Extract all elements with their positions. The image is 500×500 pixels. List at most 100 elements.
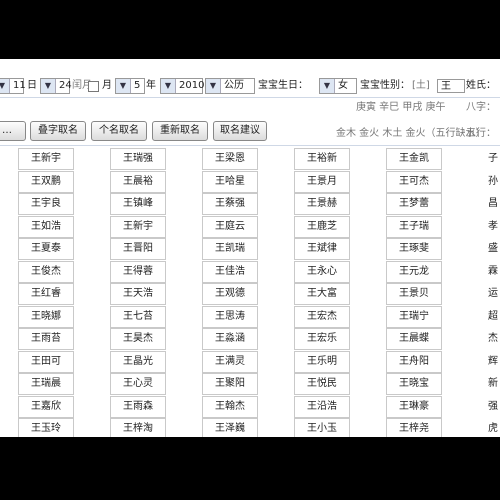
name-cell[interactable]: 王天浩 [110,283,166,305]
name-cell[interactable]: 王宏乐 [294,328,350,350]
name-cell[interactable]: 王景月 [294,170,350,193]
name-cell[interactable]: 王观德 [202,283,258,305]
name-cell[interactable]: 王思涛 [202,305,258,328]
name-cell[interactable]: 王子瑞 [386,215,442,238]
row-edge-label: 新 [488,378,498,389]
row-edge-label: 昌 [488,198,498,209]
double-char-button[interactable]: 叠字取名 [30,121,86,141]
name-cell[interactable]: 王琳豪 [386,395,442,418]
name-cell[interactable]: 王雨苔 [18,328,74,350]
name-cell[interactable]: 王心灵 [110,373,166,395]
name-cell[interactable]: 王悦民 [294,373,350,395]
name-cell[interactable]: 王沿浩 [294,395,350,418]
name-cell[interactable]: 王梓淘 [110,418,166,437]
name-cell[interactable]: 王金凯 [386,148,442,170]
day-unit: 日 [27,80,37,91]
name-cell[interactable]: 王梦蕾 [386,193,442,215]
row-edge-label: 孙 [488,175,498,187]
chevron-down-icon: ▼ [116,79,131,93]
name-cell[interactable]: 王宏杰 [294,305,350,328]
divider [0,97,500,98]
surname-label: 姓氏： [466,80,496,91]
row-edge-label: 子 [488,153,498,164]
row-edge-label: 孝 [488,220,498,232]
leap-month-checkbox[interactable] [88,81,99,92]
name-cell[interactable]: 王镇峰 [110,193,166,215]
name-cell[interactable]: 王晨蝶 [386,328,442,350]
name-cell[interactable]: 王梁恩 [202,148,258,170]
name-cell[interactable]: 王乐明 [294,350,350,373]
name-cell[interactable]: 王七苔 [110,305,166,328]
name-cell[interactable]: 王裕新 [294,148,350,170]
name-cell[interactable]: 王琢斐 [386,238,442,260]
name-cell[interactable]: 王哈星 [202,170,258,193]
name-cell[interactable]: 王雨森 [110,395,166,418]
name-cell[interactable]: 王红睿 [18,283,74,305]
name-cell[interactable]: 王大富 [294,283,350,305]
name-cell[interactable]: 王晓宝 [386,373,442,395]
name-cell[interactable]: 王晓娜 [18,305,74,328]
name-cell[interactable]: 王庭云 [202,215,258,238]
naming-form-window: 姓氏： 王 [土] 宝宝性别： ▼ 女 宝宝生日： ▼ 公历 ▼ 2010 年 … [0,59,500,437]
name-cell[interactable]: 王元龙 [386,260,442,283]
name-cell[interactable]: 王斌律 [294,238,350,260]
chevron-down-icon: ▼ [41,79,56,93]
birthday-label: 宝宝生日： [258,80,308,91]
row-edge-label: 运 [488,288,498,299]
gender-select[interactable]: ▼ 女 [319,78,357,94]
row-edge-label: 霖 [488,265,498,277]
name-cell[interactable]: 王可杰 [386,170,442,193]
name-cell[interactable]: 王昊杰 [110,328,166,350]
rename-button[interactable]: 重新取名 [152,121,208,141]
chevron-down-icon: ▼ [206,79,221,93]
suggest-button[interactable]: 取名建议 [213,121,267,141]
name-cell[interactable]: 王新宇 [110,215,166,238]
name-cell[interactable]: 王得蓉 [110,260,166,283]
name-cell[interactable]: 王淼涵 [202,328,258,350]
name-cell[interactable]: 王梓尧 [386,418,442,437]
name-cell[interactable]: 王瑞强 [110,148,166,170]
more-button[interactable]: … [0,121,26,141]
name-cell[interactable]: 王小玉 [294,418,350,437]
name-cell[interactable]: 王满灵 [202,350,258,373]
name-cell[interactable]: 王景贝 [386,283,442,305]
name-cell[interactable]: 王翰杰 [202,395,258,418]
name-cell[interactable]: 王景赫 [294,193,350,215]
name-cell[interactable]: 王聚阳 [202,373,258,395]
name-cell[interactable]: 王宇良 [18,193,74,215]
name-cell[interactable]: 王俊杰 [18,260,74,283]
name-cell[interactable]: 王嘉欣 [18,395,74,418]
bazi-value: 庚寅 辛巳 甲戌 庚午 [356,102,446,113]
name-cell[interactable]: 王田可 [18,350,74,373]
name-cell[interactable]: 王玉玲 [18,418,74,437]
name-cell[interactable]: 王新宇 [18,148,74,170]
name-cell[interactable]: 王佳浩 [202,260,258,283]
year-select[interactable]: ▼ 2010 [160,78,204,94]
month-unit: 月 [102,80,112,91]
row-edge-label: 辉 [488,355,498,367]
surname-input[interactable]: 王 [437,79,465,93]
name-cell[interactable]: 王永心 [294,260,350,283]
row-edge-label: 盛 [488,243,498,254]
name-cell[interactable]: 王蔡强 [202,193,258,215]
name-cell[interactable]: 王晋阳 [110,238,166,260]
name-cell[interactable]: 王泽巍 [202,418,258,437]
month-select[interactable]: ▼ 5 [115,78,145,94]
name-cell[interactable]: 王夏泰 [18,238,74,260]
wuxing-value: 金木 金火 木土 金火（五行缺水） [336,128,486,139]
name-cell[interactable]: 王如浩 [18,215,74,238]
name-cell[interactable]: 王晶光 [110,350,166,373]
name-cell[interactable]: 王双鹏 [18,170,74,193]
calendar-type-select[interactable]: ▼ 公历 [205,78,255,94]
name-cell[interactable]: 王舟阳 [386,350,442,373]
single-name-button[interactable]: 个名取名 [91,121,147,141]
name-cell[interactable]: 王瑞宁 [386,305,442,328]
day-select[interactable]: ▼ 24 [40,78,72,94]
name-cell[interactable]: 王瑞晨 [18,373,74,395]
divider [0,145,500,146]
hour-select[interactable]: ▼ 11 [0,78,26,94]
name-cell[interactable]: 王凯瑞 [202,238,258,260]
year-unit: 年 [146,80,156,91]
name-cell[interactable]: 王鹿芝 [294,215,350,238]
name-cell[interactable]: 王晨裕 [110,170,166,193]
